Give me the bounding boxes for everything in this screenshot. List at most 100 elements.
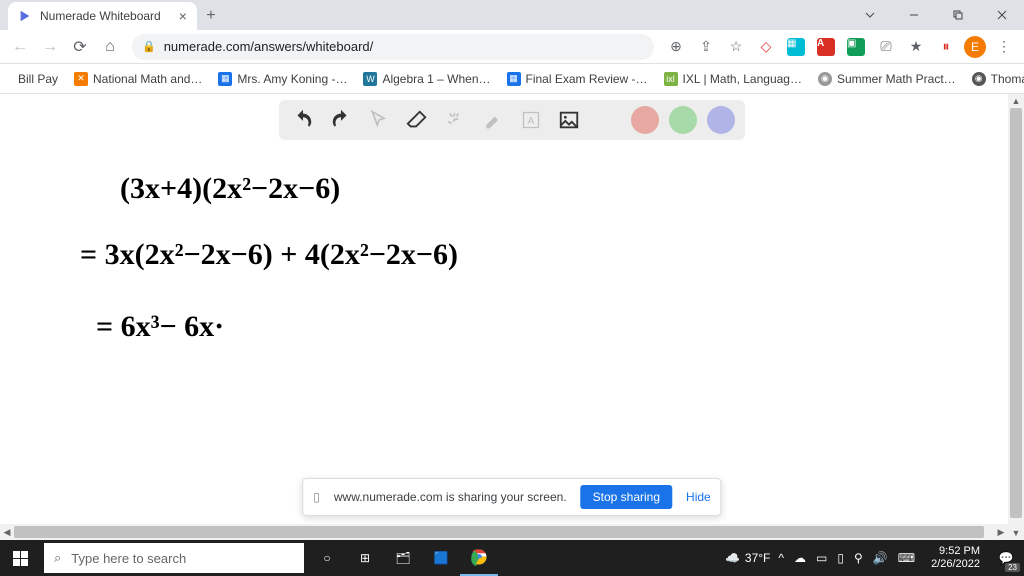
hide-share-button[interactable]: Hide xyxy=(686,490,711,504)
eraser-tool[interactable] xyxy=(403,106,431,134)
nav-reload-button[interactable]: ⟳ xyxy=(68,35,92,59)
bookmark-algebra[interactable]: WAlgebra 1 – When… xyxy=(357,68,496,90)
bookmark-amy-koning[interactable]: ▦Mrs. Amy Koning -… xyxy=(212,68,353,90)
new-tab-button[interactable]: + xyxy=(197,2,225,30)
window-minimize-button[interactable] xyxy=(892,0,936,30)
share-pause-icon[interactable]: ▯ xyxy=(313,490,320,504)
notification-badge: 23 xyxy=(1005,563,1020,572)
address-bar: ← → ⟳ ⌂ 🔒 numerade.com/answers/whiteboar… xyxy=(0,30,1024,64)
weather-widget[interactable]: ☁️ 37°F xyxy=(725,551,770,565)
star-icon[interactable]: ☆ xyxy=(724,35,748,59)
lock-icon: 🔒 xyxy=(142,40,156,53)
ext-pdf-icon[interactable]: A xyxy=(814,35,838,59)
window-maximize-button[interactable] xyxy=(936,0,980,30)
task-view-icon[interactable]: ⊞ xyxy=(346,540,384,576)
tab-favicon xyxy=(18,9,32,23)
horizontal-scrollbar[interactable]: ◀ ▶ xyxy=(0,524,1008,540)
url-text: numerade.com/answers/whiteboard/ xyxy=(164,39,374,54)
windows-taskbar: ⌕ Type here to search ○ ⊞ 🗂 🟦 ☁️ 37°F ^ … xyxy=(0,540,1024,576)
chrome-icon[interactable] xyxy=(460,540,498,576)
window-close-button[interactable] xyxy=(980,0,1024,30)
bookmark-national-math[interactable]: ✕National Math and… xyxy=(68,68,208,90)
taskbar-clock[interactable]: 9:52 PM 2/26/2022 xyxy=(923,545,988,571)
nav-home-button[interactable]: ⌂ xyxy=(98,35,122,59)
volume-icon[interactable]: 🔊 xyxy=(873,551,888,565)
extensions-icon[interactable]: ★ xyxy=(904,35,928,59)
browser-tab[interactable]: Numerade Whiteboard × xyxy=(8,2,197,30)
onedrive-icon[interactable]: ☁ xyxy=(794,551,806,565)
nav-back-button[interactable]: ← xyxy=(8,35,32,59)
bookmark-thomastik[interactable]: ◉Thomastik-Infeld C… xyxy=(966,68,1024,90)
tab-strip: Numerade Whiteboard × + xyxy=(0,0,225,30)
nav-forward-button[interactable]: → xyxy=(38,35,62,59)
highlight-tool[interactable] xyxy=(479,106,507,134)
app-icon-1[interactable]: 🟦 xyxy=(422,540,460,576)
bookmark-summer-math[interactable]: ◉Summer Math Pract… xyxy=(812,68,962,90)
color-green[interactable] xyxy=(669,106,697,134)
notification-center[interactable]: 💬 23 xyxy=(988,540,1024,576)
redo-button[interactable] xyxy=(327,106,355,134)
pointer-tool[interactable] xyxy=(365,106,393,134)
settings-tool[interactable] xyxy=(441,106,469,134)
scroll-thumb-v[interactable] xyxy=(1010,108,1022,518)
language-icon[interactable]: ⌨ xyxy=(898,551,915,565)
cast-icon[interactable]: ⎚ xyxy=(874,35,898,59)
undo-button[interactable] xyxy=(289,106,317,134)
color-blue[interactable] xyxy=(707,106,735,134)
taskbar-search[interactable]: ⌕ Type here to search xyxy=(44,543,304,573)
window-titlebar: Numerade Whiteboard × + xyxy=(0,0,1024,30)
cortana-icon[interactable]: ○ xyxy=(308,540,346,576)
vertical-scrollbar[interactable]: ▲ ▼ xyxy=(1008,94,1024,540)
whiteboard-toolbar: A xyxy=(279,100,745,140)
meet-icon[interactable]: ▭ xyxy=(816,551,827,565)
text-tool[interactable]: A xyxy=(517,106,545,134)
handwriting-line3: = 6x³− 6x· xyxy=(96,310,224,344)
clock-date: 2/26/2022 xyxy=(931,558,980,571)
tab-close-icon[interactable]: × xyxy=(179,8,187,24)
color-black[interactable] xyxy=(593,106,621,134)
wifi-icon[interactable]: ⚲ xyxy=(854,551,863,565)
battery-icon[interactable]: ▯ xyxy=(837,551,844,565)
scroll-left-arrow[interactable]: ◀ xyxy=(0,524,14,540)
share-icon[interactable]: ⇪ xyxy=(694,35,718,59)
color-red[interactable] xyxy=(631,106,659,134)
ext-cyan-icon[interactable]: ▦ xyxy=(784,35,808,59)
clock-time: 9:52 PM xyxy=(931,545,980,558)
stop-sharing-button[interactable]: Stop sharing xyxy=(581,485,672,509)
windows-logo-icon xyxy=(13,551,28,566)
weather-icon: ☁️ xyxy=(725,551,740,565)
svg-text:A: A xyxy=(528,116,535,127)
start-button[interactable] xyxy=(0,540,40,576)
ext-green-icon[interactable]: ▣ xyxy=(844,35,868,59)
search-icon: ⌕ xyxy=(54,550,61,566)
toolbar-right: ⊕ ⇪ ☆ ◇ ▦ A ▣ ⎚ ★ ⏸ E ⋮ xyxy=(664,35,1016,59)
bookmarks-bar: Bill Pay ✕National Math and… ▦Mrs. Amy K… xyxy=(0,64,1024,94)
file-explorer-icon[interactable]: 🗂 xyxy=(384,540,422,576)
ext-diamond-icon[interactable]: ◇ xyxy=(754,35,778,59)
window-chevron-icon[interactable] xyxy=(848,0,892,30)
scroll-up-arrow[interactable]: ▲ xyxy=(1008,94,1024,108)
whiteboard-canvas[interactable]: A (3x+4)(2x²−2x−6) = 3x(2x²−2x−6) + 4(2x… xyxy=(0,94,1024,540)
bookmark-final-exam[interactable]: ▦Final Exam Review -… xyxy=(501,68,654,90)
image-tool[interactable] xyxy=(555,106,583,134)
bookmark-ixl[interactable]: ixlIXL | Math, Languag… xyxy=(658,68,808,90)
screen-share-bar: ▯ www.numerade.com is sharing your scree… xyxy=(302,478,721,516)
scroll-right-arrow[interactable]: ▶ xyxy=(994,524,1008,540)
bookmark-bill-pay[interactable]: Bill Pay xyxy=(12,68,64,90)
tab-title: Numerade Whiteboard xyxy=(40,9,161,23)
menu-icon[interactable]: ⋮ xyxy=(992,35,1016,59)
zoom-icon[interactable]: ⊕ xyxy=(664,35,688,59)
profile-avatar[interactable]: E xyxy=(964,36,986,58)
handwriting-line1: (3x+4)(2x²−2x−6) xyxy=(120,172,340,206)
weather-temp: 37°F xyxy=(745,551,770,565)
scroll-down-arrow[interactable]: ▼ xyxy=(1008,526,1024,540)
scroll-thumb-h[interactable] xyxy=(14,526,984,538)
share-text: www.numerade.com is sharing your screen. xyxy=(334,490,567,504)
handwriting-line2: = 3x(2x²−2x−6) + 4(2x²−2x−6) xyxy=(80,238,458,272)
url-input[interactable]: 🔒 numerade.com/answers/whiteboard/ xyxy=(132,34,654,60)
update-icon[interactable]: ⏸ xyxy=(934,35,958,59)
window-controls xyxy=(848,0,1024,30)
system-tray: ^ ☁ ▭ ▯ ⚲ 🔊 ⌨ xyxy=(770,551,923,565)
tray-chevron-icon[interactable]: ^ xyxy=(778,551,784,565)
search-placeholder: Type here to search xyxy=(71,551,186,566)
